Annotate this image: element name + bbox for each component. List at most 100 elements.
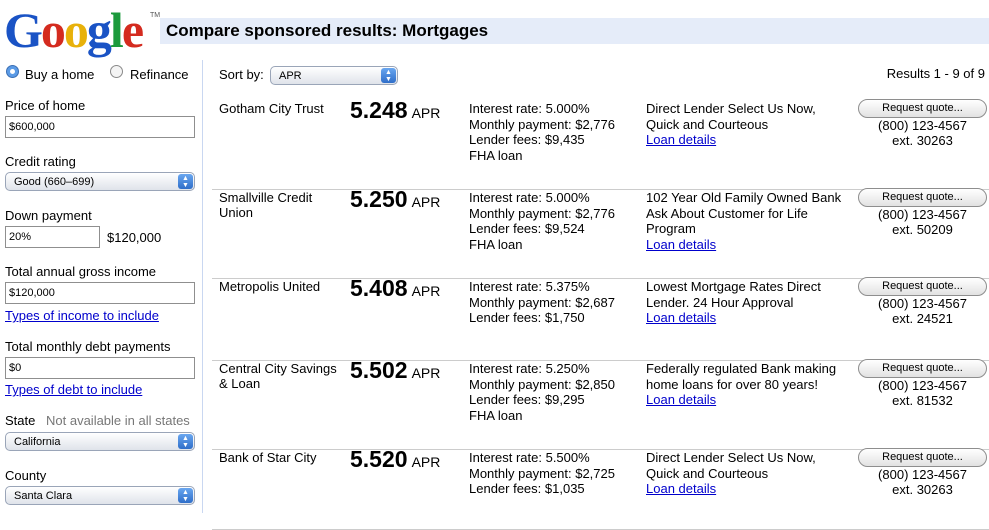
request-quote-button[interactable]: Request quote... <box>858 359 987 378</box>
apr-value: 5.408 APR <box>350 275 440 302</box>
updown-arrows-icon: ▲ ▼ <box>178 488 193 503</box>
phone-block: (800) 123-4567 ext. 50209 <box>858 207 987 237</box>
county-select[interactable]: Santa Clara ▲ ▼ <box>5 486 195 505</box>
apr-unit: APR <box>411 454 441 470</box>
result-detail: FHA loan <box>469 147 523 163</box>
loan-details: Interest rate: 5.375% Monthly payment: $2… <box>469 279 639 326</box>
state-note: Not available in all states <box>46 413 190 428</box>
loan-details: Interest rate: 5.250% Monthly payment: $2… <box>469 361 639 423</box>
result-detail: Monthly payment: $2,776 <box>469 116 615 132</box>
result-detail: Monthly payment: $2,776 <box>469 205 615 221</box>
debt-label: Total monthly debt payments <box>5 339 171 354</box>
logo-letter: o <box>40 2 66 58</box>
result-detail: Interest rate: 5.250% <box>469 361 590 376</box>
loan-details-link[interactable]: Loan details <box>646 310 846 326</box>
apr-unit: APR <box>411 194 441 210</box>
phone-number: (800) 123-4567 <box>878 118 967 133</box>
down-payment-label: Down payment <box>5 208 92 223</box>
credit-select[interactable]: Good (660–699) ▲ ▼ <box>5 172 195 191</box>
apr-number: 5.248 <box>350 97 408 123</box>
ad-text: Lowest Mortgage Rates Direct Lender. 24 … <box>646 279 821 310</box>
page-title: Compare sponsored results: Mortgages <box>160 18 989 44</box>
google-logo[interactable]: Google <box>4 2 144 58</box>
loan-details-link[interactable]: Loan details <box>646 481 846 497</box>
income-types-link[interactable]: Types of income to include <box>5 308 159 323</box>
state-value: California <box>14 436 61 448</box>
apr-number: 5.408 <box>350 275 408 301</box>
credit-label: Credit rating <box>5 154 76 169</box>
ad-text-block: Direct Lender Select Us Now, Quick and C… <box>646 450 846 497</box>
sort-select[interactable]: APR ▲ ▼ <box>270 66 398 85</box>
price-label: Price of home <box>5 98 86 113</box>
result-row: Central City Savings & Loan 5.502 APR Int… <box>212 357 989 450</box>
results-count: Results 1 - 9 of 9 <box>886 66 985 81</box>
lender-name: Bank of Star City <box>219 450 317 465</box>
price-input[interactable]: $600,000 <box>5 116 195 138</box>
phone-block: (800) 123-4567 ext. 30263 <box>858 467 987 497</box>
result-detail: Lender fees: $9,435 <box>469 132 585 147</box>
request-quote-button[interactable]: Request quote... <box>858 277 987 296</box>
result-detail: Monthly payment: $2,687 <box>469 294 615 310</box>
result-row: Metropolis United 5.408 APR Interest rate… <box>212 275 989 361</box>
result-detail: Interest rate: 5.000% <box>469 190 590 205</box>
phone-block: (800) 123-4567 ext. 24521 <box>858 296 987 326</box>
lender-name: Central City Savings & Loan <box>219 361 337 391</box>
phone-ext: ext. 30263 <box>892 482 953 497</box>
phone-number: (800) 123-4567 <box>878 207 967 222</box>
refinance-radio[interactable] <box>110 65 123 78</box>
loan-details-link[interactable]: Loan details <box>646 392 846 408</box>
ad-text-block: Federally regulated Bank making home loa… <box>646 361 846 408</box>
result-detail: Lender fees: $9,295 <box>469 392 585 407</box>
loan-details-link[interactable]: Loan details <box>646 237 846 253</box>
refinance-label[interactable]: Refinance <box>130 67 189 82</box>
updown-arrows-icon: ▲ ▼ <box>178 174 193 189</box>
buy-home-label[interactable]: Buy a home <box>25 67 94 82</box>
request-quote-button[interactable]: Request quote... <box>858 188 987 207</box>
apr-unit: APR <box>411 105 441 121</box>
result-detail: Monthly payment: $2,725 <box>469 465 615 481</box>
buy-home-radio[interactable] <box>6 65 19 78</box>
result-detail: FHA loan <box>469 407 523 423</box>
apr-value: 5.520 APR <box>350 446 440 473</box>
request-quote-button[interactable]: Request quote... <box>858 448 987 467</box>
ad-text-block: Lowest Mortgage Rates Direct Lender. 24 … <box>646 279 846 326</box>
ad-text-block: Direct Lender Select Us Now, Quick and C… <box>646 101 846 148</box>
ad-text: Federally regulated Bank making home loa… <box>646 361 837 392</box>
logo-letter: G <box>4 2 43 58</box>
apr-number: 5.520 <box>350 446 408 472</box>
phone-ext: ext. 50209 <box>892 222 953 237</box>
down-payment-input[interactable]: 20% <box>5 226 100 248</box>
result-detail: Lender fees: $1,035 <box>469 481 585 496</box>
phone-block: (800) 123-4567 ext. 30263 <box>858 118 987 148</box>
state-label: State <box>5 413 36 428</box>
phone-number: (800) 123-4567 <box>878 467 967 482</box>
apr-value: 5.502 APR <box>350 357 440 384</box>
apr-value: 5.248 APR <box>350 97 440 124</box>
phone-number: (800) 123-4567 <box>878 378 967 393</box>
state-select[interactable]: California ▲ ▼ <box>5 432 195 451</box>
trademark: TM <box>150 12 161 19</box>
phone-ext: ext. 24521 <box>892 311 953 326</box>
debt-types-link[interactable]: Types of debt to include <box>5 382 142 397</box>
apr-number: 5.250 <box>350 186 408 212</box>
phone-ext: ext. 81532 <box>892 393 953 408</box>
loan-details: Interest rate: 5.000% Monthly payment: $2… <box>469 101 639 163</box>
result-row: Smallville Credit Union 5.250 APR Interes… <box>212 186 989 279</box>
debt-input[interactable]: $0 <box>5 357 195 379</box>
loan-details-link[interactable]: Loan details <box>646 132 846 148</box>
income-input[interactable]: $120,000 <box>5 282 195 304</box>
result-detail: Monthly payment: $2,850 <box>469 376 615 392</box>
phone-number: (800) 123-4567 <box>878 296 967 311</box>
ad-text-block: 102 Year Old Family Owned Bank Ask About… <box>646 190 846 252</box>
request-quote-button[interactable]: Request quote... <box>858 99 987 118</box>
updown-arrows-icon: ▲ ▼ <box>178 434 193 449</box>
lender-name: Metropolis United <box>219 279 321 294</box>
apr-number: 5.502 <box>350 357 408 383</box>
sidebar: Buy a home Refinance Price of home $600,… <box>0 60 203 513</box>
lender-name: Smallville Credit Union <box>219 190 313 220</box>
updown-arrows-icon: ▲ ▼ <box>381 68 396 83</box>
result-row: Gotham City Trust 5.248 APR Interest rate… <box>212 97 989 190</box>
lender-name: Gotham City Trust <box>219 101 324 116</box>
county-label: County <box>5 468 47 483</box>
loan-details: Interest rate: 5.500% Monthly payment: $2… <box>469 450 639 497</box>
